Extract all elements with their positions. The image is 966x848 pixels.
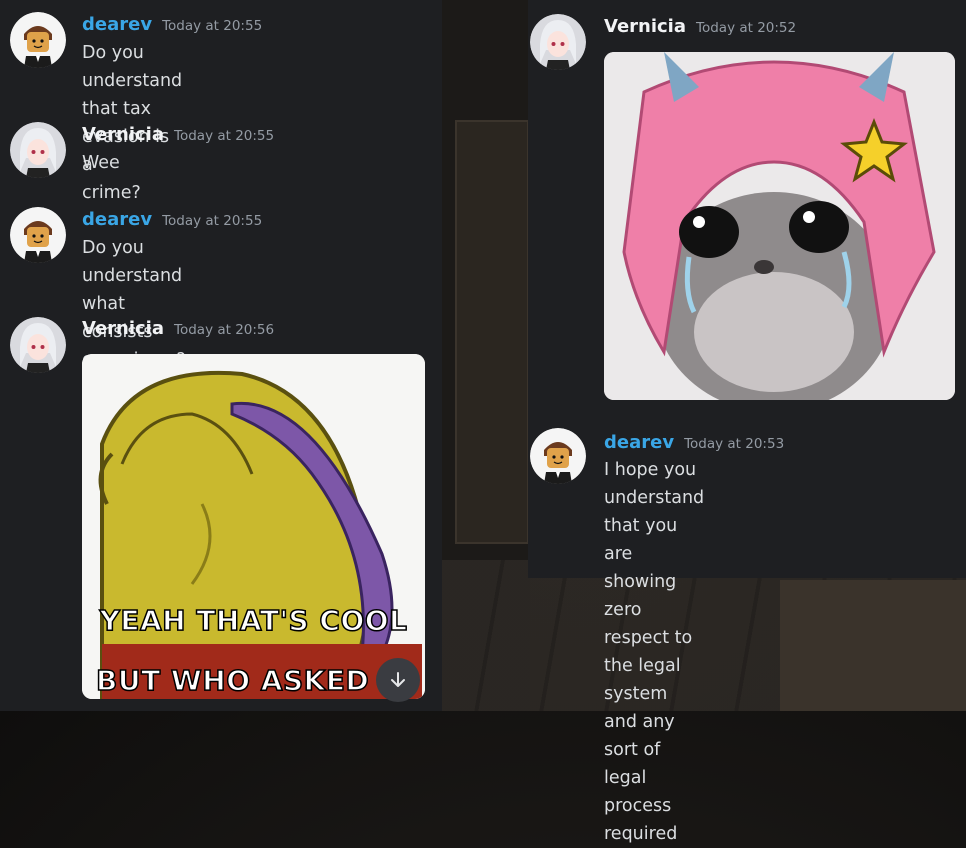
message-text: system and any sort of legal process [604,684,675,816]
timestamp: Today at 20:56 [174,322,275,338]
avatar[interactable] [10,122,66,178]
author-name[interactable]: dearev [82,209,152,230]
meme-caption-bottom: BUT WHO ASKED [95,663,370,698]
yellow-fish-illustration [82,354,425,699]
chat-panel-left: dearev Today at 20:55 Do you understand t… [0,0,442,711]
avatar[interactable] [530,428,586,484]
avatar[interactable] [530,14,586,70]
author-name[interactable]: dearev [82,14,152,35]
author-name[interactable]: Vernicia [82,318,164,339]
timestamp: Today at 20:52 [696,20,797,36]
crying-hamster-illustration [604,52,955,400]
chat-panel-right: Vernicia Today at 20:52 dearev Today at … [528,0,966,844]
background-cabinet [780,580,966,711]
message-text: Wee [82,153,120,173]
message-text: I hope you understand that you are [604,460,705,564]
message-text: required [604,824,678,844]
message-text: showing zero respect to the legal [604,572,693,676]
avatar[interactable] [10,12,66,68]
message-text: crime? [82,183,141,203]
jump-to-bottom-button[interactable] [376,658,420,702]
meme-caption-top: YEAH THAT'S COOL [99,603,408,638]
author-name[interactable]: dearev [604,432,674,453]
background-door [455,120,529,544]
timestamp: Today at 20:55 [162,213,263,229]
timestamp: Today at 20:55 [174,128,275,144]
timestamp: Today at 20:53 [684,436,785,452]
avatar[interactable] [10,317,66,373]
hamster-image[interactable] [604,52,955,400]
meme-image[interactable]: YEAH THAT'S COOL BUT WHO ASKED [82,354,425,699]
avatar[interactable] [10,207,66,263]
author-name[interactable]: Vernicia [604,16,686,37]
author-name[interactable]: Vernicia [82,124,164,145]
arrow-down-icon [391,672,405,687]
timestamp: Today at 20:55 [162,18,263,34]
